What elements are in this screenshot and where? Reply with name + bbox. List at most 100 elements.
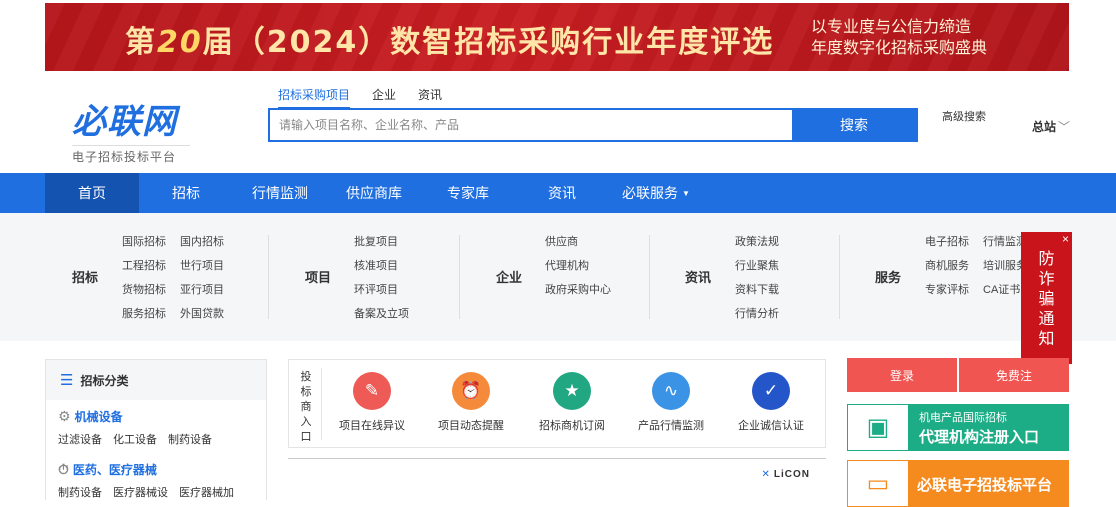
nav-item-home[interactable]: 首页	[45, 173, 139, 213]
nav-item-expert-db[interactable]: 专家库	[421, 173, 515, 213]
service-opportunity-subscription[interactable]: ★ 招标商机订阅	[527, 372, 617, 433]
nav-item-market-monitor[interactable]: 行情监测	[233, 173, 327, 213]
section-title[interactable]: ⏱ 医药、医疗器械	[58, 461, 266, 478]
station-label: 总站	[1032, 120, 1057, 134]
shield-check-icon: ✓	[752, 372, 790, 410]
search-tab-projects[interactable]: 招标采购项目	[278, 86, 351, 109]
category-link[interactable]: 核准项目	[354, 259, 409, 274]
label-char: 入	[300, 416, 312, 428]
banner-subtitle: 以专业度与公信力缔造 年度数字化招标采购盛典	[811, 17, 987, 59]
panel-title-text: 招标分类	[80, 373, 129, 388]
clock-icon: ⏱	[58, 461, 69, 477]
bidder-services: 投 标 商 入 口 ✎ 项目在线异议 ⏰ 项目动态提醒 ★ 招标商机订阅 ∿ 产…	[288, 359, 826, 448]
bookmark-icon: ★	[553, 372, 591, 410]
service-online-objection[interactable]: ✎ 项目在线异议	[327, 372, 417, 433]
category-link[interactable]: 制药设备	[58, 484, 102, 500]
alarm-clock-icon: ⏰	[452, 372, 490, 410]
close-icon[interactable]: ×	[1062, 233, 1069, 245]
main-nav: 首页 招标 行情监测 供应商库 专家库 资讯 必联服务 ▼	[0, 173, 1116, 213]
nav-item-services[interactable]: 必联服务 ▼	[609, 173, 703, 213]
divider	[321, 368, 322, 440]
login-button[interactable]: 登录	[847, 358, 957, 392]
notice-char: 通	[1038, 311, 1055, 328]
category-link[interactable]: 医疗器械设	[113, 484, 168, 500]
category-link[interactable]: 环评项目	[354, 283, 409, 298]
objection-icon: ✎	[353, 372, 391, 410]
nav-item-supplier-db[interactable]: 供应商库	[327, 173, 421, 213]
service-label: 招标商机订阅	[539, 420, 605, 432]
banner-headline: 第20届（2024）数智招标采购行业年度评选	[125, 25, 775, 60]
anti-fraud-notice[interactable]: × 防 诈 骗 通 知 🔊	[1021, 232, 1072, 376]
category-link[interactable]: 服务招标	[122, 307, 166, 322]
service-label: 项目在线异议	[339, 420, 405, 432]
notice-char: 防	[1038, 251, 1055, 268]
category-link[interactable]: 专家评标	[925, 283, 969, 298]
bidding-category-panel: ☰ 招标分类 ⚙ 机械设备 过滤设备 化工设备 制药设备 ⏱ 医药、医疗器械 制药设…	[45, 359, 267, 500]
category-link[interactable]: 化工设备	[113, 431, 157, 447]
search-input[interactable]	[270, 110, 792, 140]
search-box: 搜索	[268, 108, 918, 142]
category-link[interactable]: 货物招标	[122, 283, 166, 298]
category-link[interactable]: 外国贷款	[180, 307, 224, 322]
nav-item-news[interactable]: 资讯	[515, 173, 609, 213]
category-link[interactable]: 医疗器械加	[179, 484, 234, 500]
category-bar: 招标 国际招标 工程招标 货物招标 服务招标 国内招标 世行项目 亚行项目 外国…	[0, 213, 1116, 341]
service-product-monitor[interactable]: ∿ 产品行情监测	[626, 372, 716, 433]
category-link[interactable]: 电子招标	[925, 235, 969, 250]
category-head: 服务	[875, 270, 902, 285]
search-tab-companies[interactable]: 企业	[372, 86, 396, 109]
search-tab-news[interactable]: 资讯	[418, 86, 442, 109]
promo-line2: 必联电子招投标平台	[917, 476, 1053, 494]
service-integrity-certification[interactable]: ✓ 企业诚信认证	[726, 372, 816, 433]
category-link[interactable]: 行业聚焦	[735, 259, 779, 274]
search-tabs: 招标采购项目 企业 资讯	[278, 86, 442, 109]
menu-icon: ☰	[60, 372, 74, 389]
category-section-machinery: ⚙ 机械设备 过滤设备 化工设备 制药设备	[46, 408, 266, 447]
register-button[interactable]: 免费注	[959, 358, 1069, 392]
banner-subtitle-line1: 以专业度与公信力缔造	[811, 19, 972, 36]
bidder-entry-label: 投 标 商 入 口	[299, 370, 313, 445]
category-link[interactable]: 资料下载	[735, 283, 779, 298]
site-logo[interactable]: 必联网 电子招标投标平台	[72, 94, 202, 165]
category-link[interactable]: 国内招标	[180, 235, 224, 250]
category-link[interactable]: 政府采购中心	[545, 283, 611, 298]
service-label: 产品行情监测	[638, 420, 704, 432]
category-link[interactable]: 亚行项目	[180, 283, 224, 298]
category-group-news: 资讯 政策法规 行业聚焦 资料下载 行情分析	[650, 213, 840, 341]
category-link[interactable]: 世行项目	[180, 259, 224, 274]
category-link[interactable]: 制药设备	[168, 431, 212, 447]
category-link[interactable]: 政策法规	[735, 235, 779, 250]
chart-icon: ∿	[652, 372, 690, 410]
top-banner[interactable]: 第20届（2024）数智招标采购行业年度评选 以专业度与公信力缔造 年度数字化招…	[45, 3, 1069, 71]
category-head: 招标	[72, 270, 99, 285]
label-char: 标	[300, 386, 312, 398]
agency-registration-banner[interactable]: ▣ 机电产品国际招标 代理机构注册入口	[847, 404, 1069, 451]
advanced-search-link[interactable]: 高级搜索	[942, 108, 986, 124]
category-link[interactable]: 行情分析	[735, 307, 779, 322]
category-head: 企业	[496, 270, 523, 285]
search-button[interactable]: 搜索	[792, 110, 916, 140]
nav-item-bidding[interactable]: 招标	[139, 173, 233, 213]
licon-logo[interactable]: ✕ LiCON	[762, 469, 811, 480]
label-char: 商	[300, 401, 312, 413]
content-strip: ✕ LiCON	[288, 458, 826, 500]
section-title-text: 医药、医疗器械	[72, 463, 157, 477]
category-link[interactable]: 代理机构	[545, 259, 611, 274]
banner-subtitle-line2: 年度数字化招标采购盛典	[811, 40, 988, 57]
panel-title: ☰ 招标分类	[46, 360, 266, 400]
category-link[interactable]: 过滤设备	[58, 431, 102, 447]
category-link[interactable]: 国际招标	[122, 235, 166, 250]
category-group-bidding: 招标 国际招标 工程招标 货物招标 服务招标 国内招标 世行项目 亚行项目 外国…	[0, 213, 270, 341]
notice-char: 知	[1038, 331, 1055, 348]
category-link[interactable]: 商机服务	[925, 259, 969, 274]
category-link[interactable]: 批复项目	[354, 235, 409, 250]
logo-name: 必联网	[72, 102, 177, 142]
category-link[interactable]: 工程招标	[122, 259, 166, 274]
notice-char: 骗	[1038, 291, 1055, 308]
section-title[interactable]: ⚙ 机械设备	[58, 408, 266, 425]
category-link[interactable]: 备案及立项	[354, 307, 409, 322]
station-selector[interactable]: 总站 ﹀	[1032, 118, 1070, 135]
service-dynamic-reminder[interactable]: ⏰ 项目动态提醒	[426, 372, 516, 433]
licon-brand: LiCON	[773, 469, 810, 480]
category-link[interactable]: 供应商	[545, 235, 611, 250]
